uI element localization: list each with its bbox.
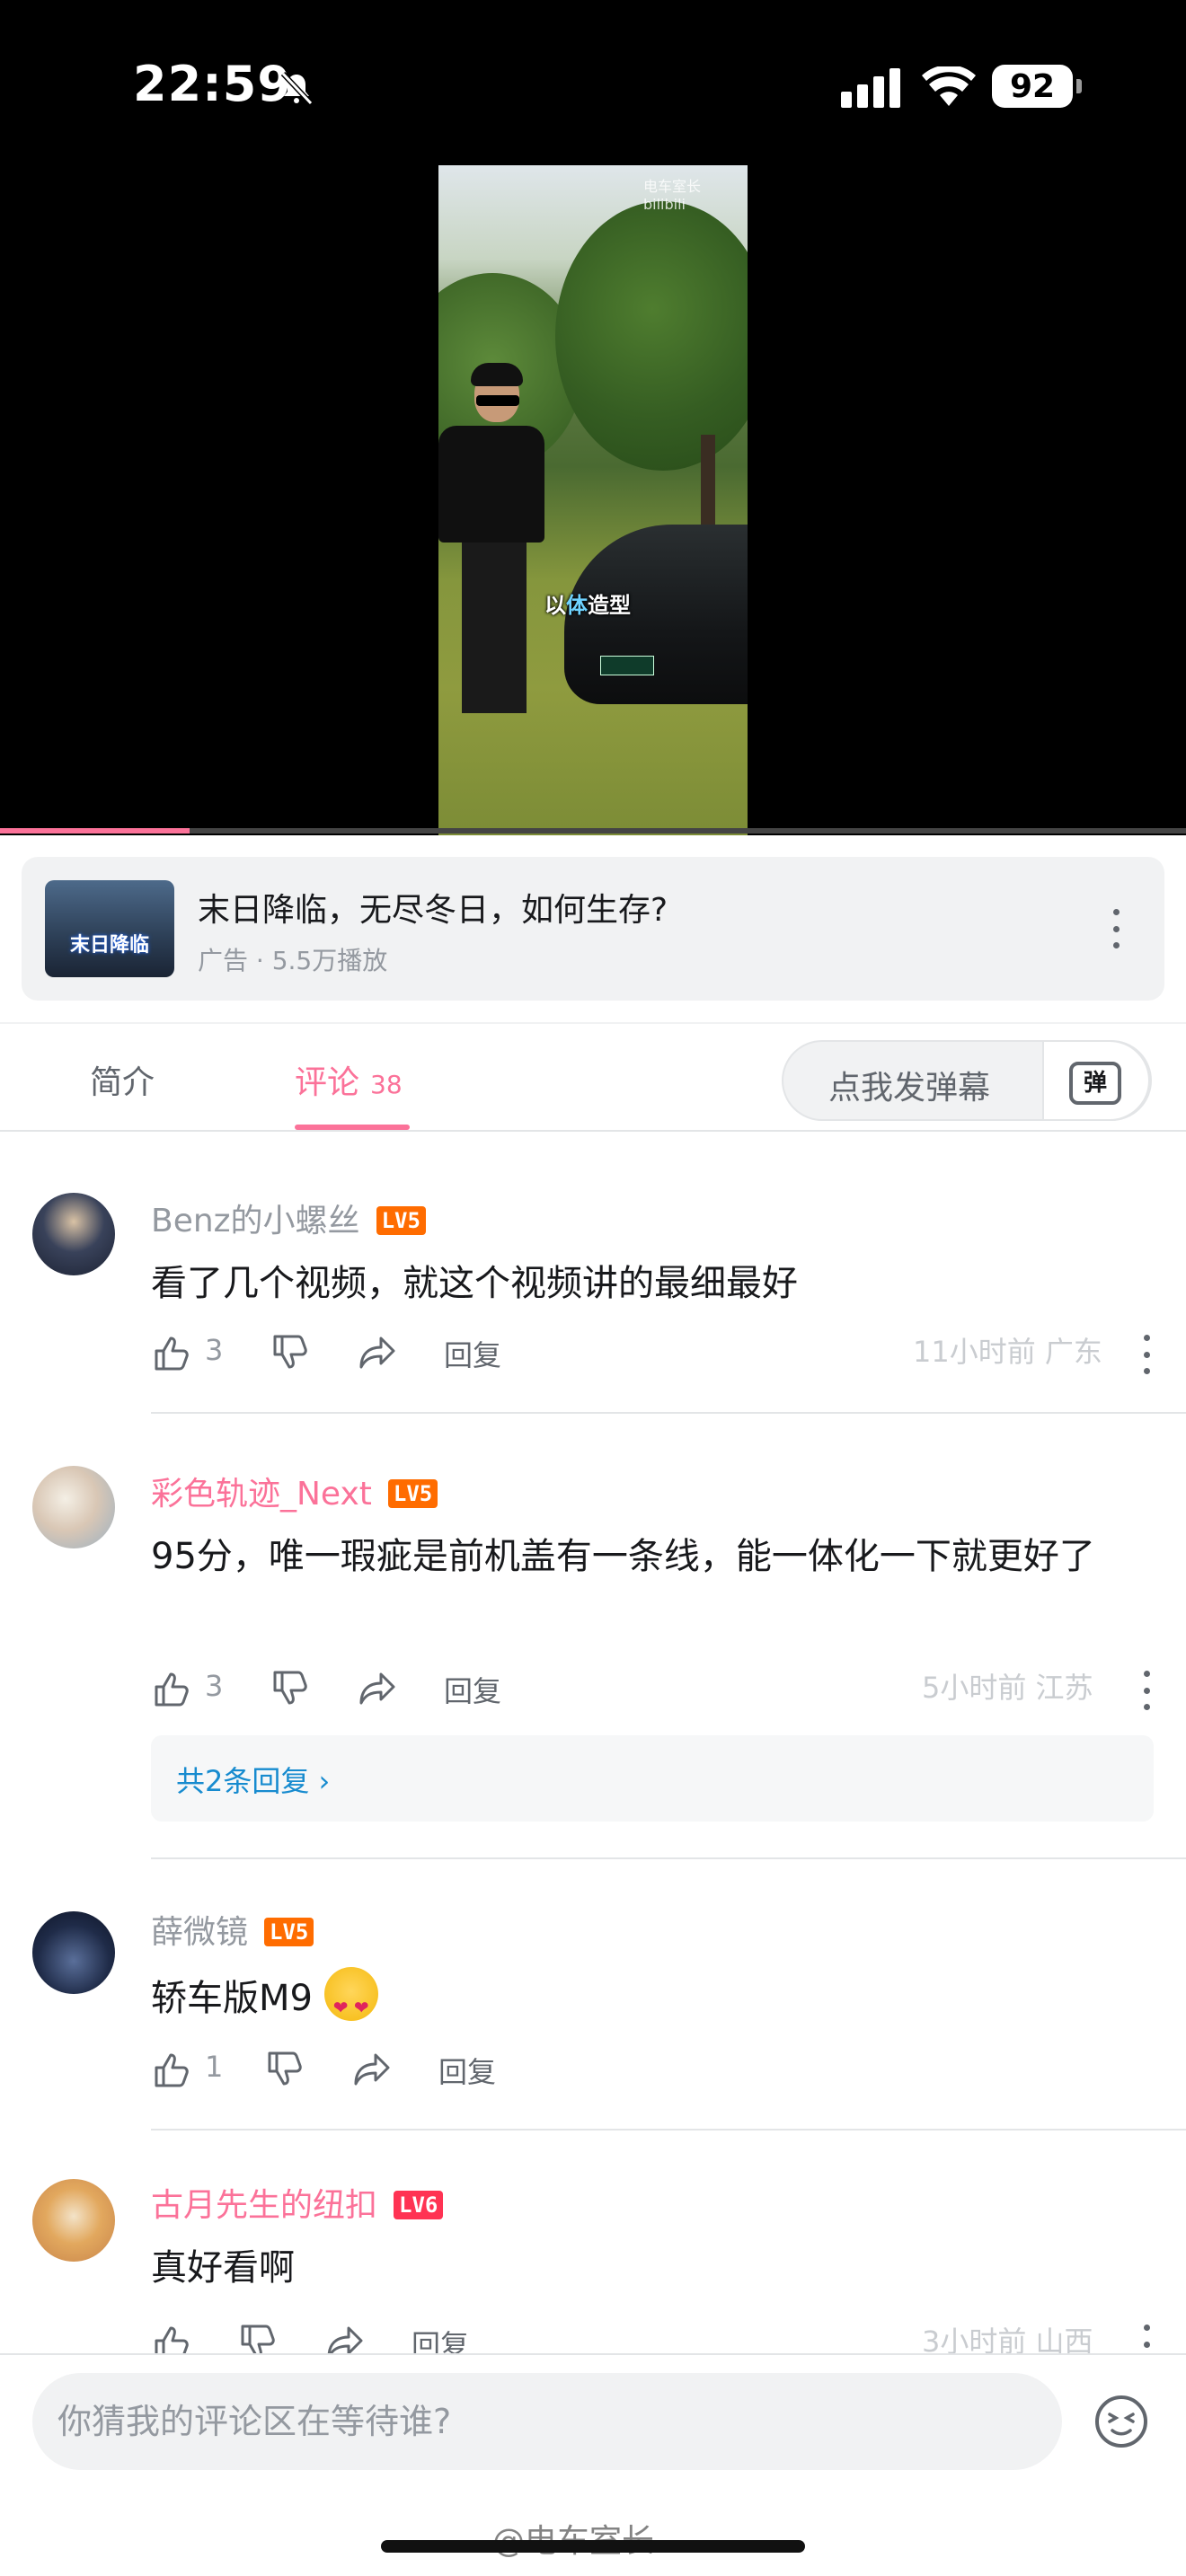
video-person xyxy=(476,395,519,406)
share-icon[interactable] xyxy=(358,1669,397,1708)
dislike-icon[interactable] xyxy=(270,1669,309,1708)
reply-button[interactable]: 回复 xyxy=(444,1669,501,1710)
video-car-plate xyxy=(600,656,654,675)
ad-card[interactable]: 末日降临 末日降临，无尽冬日，如何生存? 广告 · 5.5万播放 xyxy=(22,857,1164,1001)
watermark: @电车室长 xyxy=(492,2515,654,2562)
comment-input[interactable]: 你猜我的评论区在等待谁? xyxy=(32,2373,1062,2470)
video-person xyxy=(471,363,523,386)
video-tree xyxy=(555,201,748,471)
ad-thumbnail-title: 末日降临 xyxy=(69,934,149,957)
bell-off-icon xyxy=(280,71,314,106)
sub-replies-label: 共2条回复 › xyxy=(176,1764,331,1798)
video-watermark: 电车室长 bilibili xyxy=(643,178,702,213)
level-badge: LV5 xyxy=(376,1206,426,1235)
comment-actions: 3 回复 5小时前 江苏 xyxy=(151,1665,1166,1710)
wifi-icon xyxy=(922,66,976,106)
comment-text: 真好看啊 xyxy=(151,2247,295,2289)
reply-button[interactable]: 回复 xyxy=(444,1333,501,1374)
danmaku-icon: 弹 xyxy=(1069,1062,1121,1105)
more-options-icon[interactable] xyxy=(1139,2325,1154,2353)
dislike-icon[interactable] xyxy=(237,2323,277,2353)
avatar[interactable] xyxy=(32,1911,115,1994)
home-indicator[interactable] xyxy=(381,2540,805,2553)
comment-item: Benz的小螺丝 LV5 看了几个视频，就这个视频讲的最细最好 3 回复 11小时… xyxy=(0,1132,1186,1419)
danmaku-placeholder: 点我发弹幕 xyxy=(828,1070,991,1107)
more-options-icon[interactable] xyxy=(1109,909,1123,948)
ad-title: 末日降临，无尽冬日，如何生存? xyxy=(198,892,668,929)
comment-text: 看了几个视频，就这个视频讲的最细最好 xyxy=(151,1263,798,1304)
comment-actions: 3 回复 11小时前 广东 xyxy=(151,1329,1166,1374)
comment-input-bar: 你猜我的评论区在等待谁? @电车室长 xyxy=(0,2353,1186,2576)
like-count: 1 xyxy=(205,2050,224,2084)
more-options-icon[interactable] xyxy=(1139,1335,1154,1374)
video-frame[interactable]: 电车室长 bilibili 以体造型 xyxy=(438,165,748,835)
comment-meta: 11小时前 广东 xyxy=(913,1335,1102,1369)
video-progress-bar[interactable] xyxy=(0,828,1186,834)
comment-meta: 3小时前 山西 xyxy=(922,2325,1093,2353)
like-icon[interactable] xyxy=(151,1333,190,1372)
video-player-area[interactable]: 22:59 92 电车室长 bilibili 以体造型 xyxy=(0,0,1186,835)
ad-thumbnail: 末日降临 xyxy=(45,880,174,977)
comment-username[interactable]: Benz的小螺丝 LV5 xyxy=(151,1195,426,1241)
like-icon[interactable] xyxy=(151,1669,190,1708)
like-count: 3 xyxy=(205,1333,224,1367)
battery-icon: 92 xyxy=(992,65,1082,108)
comment-username[interactable]: 彩色轨迹_Next LV5 xyxy=(151,1468,438,1514)
level-badge: LV5 xyxy=(264,1918,314,1946)
danmaku-input[interactable]: 点我发弹幕 弹 xyxy=(782,1040,1152,1121)
level-badge: LV6 xyxy=(394,2191,444,2219)
divider xyxy=(151,1857,1186,1859)
comment-text: 95分，唯一瑕疵是前机盖有一条线，能一体化一下就更好了 xyxy=(151,1536,1095,1577)
comment-item: 古月先生的纽扣 LV6 真好看啊 回复 3小时前 山西 xyxy=(0,2130,1186,2353)
like-icon[interactable] xyxy=(151,2050,190,2089)
like-count: 3 xyxy=(205,1669,224,1703)
comment-item: 薛微镜LV5 轿车版M9 1 回复 xyxy=(0,1861,1186,2130)
ad-meta: 广告 · 5.5万播放 xyxy=(198,946,388,975)
tab-comments-count: 38 xyxy=(370,1070,403,1099)
avatar[interactable] xyxy=(32,1466,115,1548)
video-progress-fill xyxy=(0,828,190,834)
video-person xyxy=(462,543,527,713)
signal-icon xyxy=(841,68,900,108)
comment-item: 彩色轨迹_Next LV5 95分，唯一瑕疵是前机盖有一条线，能一体化一下就更好了… xyxy=(0,1412,1186,1861)
tab-active-indicator xyxy=(295,1125,410,1130)
danmaku-toggle-button[interactable]: 弹 xyxy=(1042,1040,1150,1121)
comment-username[interactable]: 古月先生的纽扣 LV6 xyxy=(151,2179,444,2226)
reply-button[interactable]: 回复 xyxy=(412,2323,469,2353)
dislike-icon[interactable] xyxy=(264,2050,304,2089)
level-badge: LV5 xyxy=(387,1479,438,1508)
tab-intro[interactable]: 简介 xyxy=(90,1056,155,1103)
like-icon[interactable] xyxy=(151,2323,190,2353)
comment-actions: 1 回复 xyxy=(151,2046,690,2091)
emoji-icon[interactable] xyxy=(1093,2393,1150,2450)
tab-comments[interactable]: 评论 38 xyxy=(295,1056,403,1103)
video-subtitle: 以体造型 xyxy=(544,593,631,618)
more-options-icon[interactable] xyxy=(1139,1671,1154,1710)
sub-replies-link[interactable]: 共2条回复 › xyxy=(151,1735,1154,1822)
comment-text: 轿车版M9 xyxy=(151,1967,1139,2039)
chevron-right-icon: › xyxy=(318,1764,331,1798)
detail-tabbar: 简介 评论 38 点我发弹幕 弹 xyxy=(0,1022,1186,1132)
avatar[interactable] xyxy=(32,1193,115,1275)
heart-eyes-emoji-icon xyxy=(323,1967,378,2039)
comment-actions: 回复 3小时前 山西 xyxy=(151,2319,1166,2353)
share-icon[interactable] xyxy=(352,2050,392,2089)
tab-comments-label: 评论 xyxy=(295,1064,360,1101)
video-person xyxy=(438,426,544,543)
comment-username[interactable]: 薛微镜 LV5 xyxy=(151,1906,314,1953)
avatar[interactable] xyxy=(32,2179,115,2262)
dislike-icon[interactable] xyxy=(270,1333,309,1372)
status-time: 22:59 xyxy=(133,56,292,112)
comment-meta: 5小时前 江苏 xyxy=(922,1671,1093,1705)
share-icon[interactable] xyxy=(325,2323,365,2353)
reply-button[interactable]: 回复 xyxy=(438,2050,496,2091)
share-icon[interactable] xyxy=(358,1333,397,1372)
